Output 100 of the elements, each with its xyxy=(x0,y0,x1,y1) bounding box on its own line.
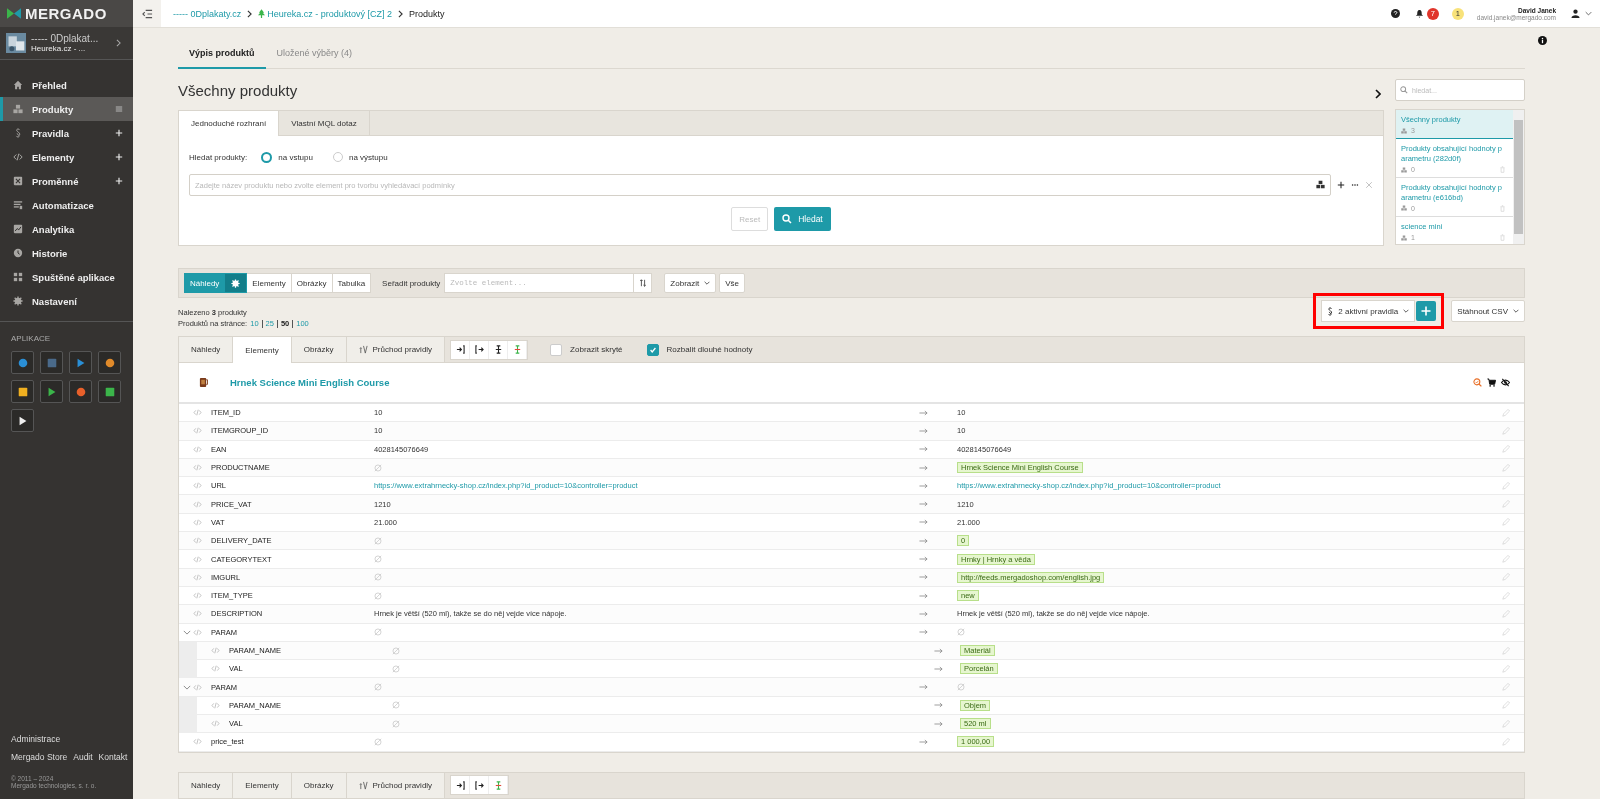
view-button[interactable]: Obrázky xyxy=(291,273,333,293)
cubes-icon xyxy=(13,104,23,114)
cart-icon[interactable] xyxy=(1487,378,1496,387)
breadcrumb-link[interactable]: Heureka.cz - produktový [CZ] 2 xyxy=(267,8,392,19)
plus-icon[interactable] xyxy=(1337,181,1345,189)
empty-value-icon xyxy=(374,463,382,472)
code-icon xyxy=(193,482,202,490)
checkbox[interactable] xyxy=(646,343,659,356)
product-view-tab[interactable]: Průchod pravidly xyxy=(346,772,446,798)
chevron-down-icon[interactable] xyxy=(183,629,191,635)
nav-item[interactable]: Proměnné xyxy=(0,169,133,193)
nav-item[interactable]: Nastavení xyxy=(0,289,133,313)
breadcrumb-link[interactable]: ----- 0Dplakaty.cz xyxy=(173,8,242,19)
cubes-icon[interactable] xyxy=(1316,180,1325,189)
settings-button[interactable] xyxy=(225,273,248,293)
active-rules-dropdown[interactable]: 2 aktivní pravidla xyxy=(1321,300,1416,322)
help-icon[interactable] xyxy=(1390,9,1400,18)
home-icon xyxy=(13,80,23,90)
close-icon[interactable] xyxy=(1365,181,1373,189)
arrow-right-icon xyxy=(919,684,928,691)
app-icon[interactable] xyxy=(11,380,34,403)
search-check-icon[interactable] xyxy=(1473,378,1482,387)
cubes-icon xyxy=(1401,166,1407,173)
logo: MERGADO xyxy=(25,5,107,22)
mug-icon xyxy=(199,377,208,388)
view-button[interactable]: Tabulka xyxy=(332,273,372,293)
hidden-eye-icon[interactable] xyxy=(1501,378,1510,387)
add-rule-button[interactable] xyxy=(1416,301,1437,321)
footer-link[interactable]: Audit xyxy=(73,752,93,762)
arrow-right-icon xyxy=(934,665,943,672)
nav-item[interactable]: Pravidla xyxy=(0,121,133,145)
user-icon[interactable] xyxy=(1571,9,1580,18)
nav-item[interactable]: Analytika xyxy=(0,217,133,241)
product-view-tab[interactable]: Náhledy xyxy=(179,337,234,362)
paragraph-icon xyxy=(13,128,23,138)
view-button[interactable]: Elementy xyxy=(247,273,292,293)
all-button[interactable]: Vše xyxy=(719,273,746,293)
empty-value-icon xyxy=(392,701,400,710)
clock-icon xyxy=(13,248,23,258)
radio-label: na výstupu xyxy=(348,152,388,162)
code-icon xyxy=(193,683,202,691)
more-icon[interactable] xyxy=(1351,181,1359,189)
project-switcher[interactable]: ----- 0Dplakat... Heureka.cz - ... xyxy=(0,27,133,60)
nav-item[interactable]: Historie xyxy=(0,241,133,265)
code-icon xyxy=(193,555,202,563)
show-dropdown[interactable]: Zobrazit xyxy=(664,273,717,293)
product-view-tab[interactable]: Obrázky xyxy=(291,772,347,798)
footer-link[interactable]: Kontakt xyxy=(98,752,128,762)
code-icon xyxy=(193,537,202,545)
rules-label: 2 aktivní pravidla xyxy=(1338,306,1399,316)
app-icon[interactable] xyxy=(40,380,63,403)
settings-icon xyxy=(231,278,241,288)
nav-item[interactable]: Automatizace xyxy=(0,193,133,217)
nav-item[interactable]: Spuštěné aplikace xyxy=(0,265,133,289)
search-mode-tab[interactable]: Vlastní MQL dotaz xyxy=(279,111,370,135)
app-icon[interactable] xyxy=(98,351,121,374)
footer-link[interactable]: Mergado Store xyxy=(11,752,68,762)
list-icon[interactable] xyxy=(115,105,123,113)
admin-link[interactable]: Administrace xyxy=(11,734,122,744)
radio-button[interactable] xyxy=(261,151,273,163)
checkbox-label: Rozbalit dlouhé hodnoty xyxy=(666,345,753,354)
code-icon xyxy=(193,573,202,581)
code-icon xyxy=(13,152,23,162)
product-view-tab[interactable]: Průchod pravidly xyxy=(346,337,446,362)
cubes-icon xyxy=(1401,127,1407,134)
chevron-down-icon xyxy=(704,281,711,285)
checkbox-label: Zobrazit skryté xyxy=(570,345,623,354)
plus-icon xyxy=(1421,306,1432,316)
search-mode-tab[interactable]: Jednoduché rozhraní xyxy=(179,111,280,136)
product-view-tab[interactable]: Elementy xyxy=(233,772,292,798)
nav-item[interactable]: Přehled xyxy=(0,73,133,97)
nav-item[interactable]: Produkty xyxy=(0,97,133,121)
product-view-tab[interactable]: Elementy xyxy=(233,337,292,363)
scrollbar[interactable] xyxy=(1513,110,1524,244)
product-view-tab[interactable]: Obrázky xyxy=(291,337,347,362)
cubes-icon xyxy=(1401,205,1407,212)
checkbox[interactable] xyxy=(550,343,563,356)
project-name: ----- 0Dplakat... xyxy=(31,33,100,44)
chevron-down-icon[interactable] xyxy=(1585,11,1592,16)
download-csv-dropdown[interactable]: Stáhnout CSV xyxy=(1451,300,1525,322)
page-tab[interactable]: Výpis produktů xyxy=(178,48,266,69)
code-icon xyxy=(193,409,202,417)
bell-icon[interactable] xyxy=(1414,9,1424,18)
empty-value-icon xyxy=(374,573,382,582)
product-view-tab[interactable]: Náhledy xyxy=(179,772,234,798)
code-icon xyxy=(193,445,202,453)
code-icon xyxy=(193,427,202,435)
chevron-right-icon[interactable] xyxy=(1375,89,1381,99)
collapse-menu-icon[interactable] xyxy=(133,0,161,27)
code-icon xyxy=(193,738,202,746)
nav-item[interactable]: Elementy xyxy=(0,145,133,169)
app-icon[interactable] xyxy=(11,409,34,432)
code-icon xyxy=(193,464,202,472)
section-heading: APLIKACE xyxy=(11,334,52,343)
rule-trace-icon xyxy=(358,780,368,790)
chevron-down-icon[interactable] xyxy=(183,684,191,690)
app-icon[interactable] xyxy=(98,380,121,403)
empty-value-icon xyxy=(374,738,382,746)
sort-direction-button[interactable] xyxy=(634,273,653,293)
info-icon[interactable] xyxy=(1538,36,1547,45)
